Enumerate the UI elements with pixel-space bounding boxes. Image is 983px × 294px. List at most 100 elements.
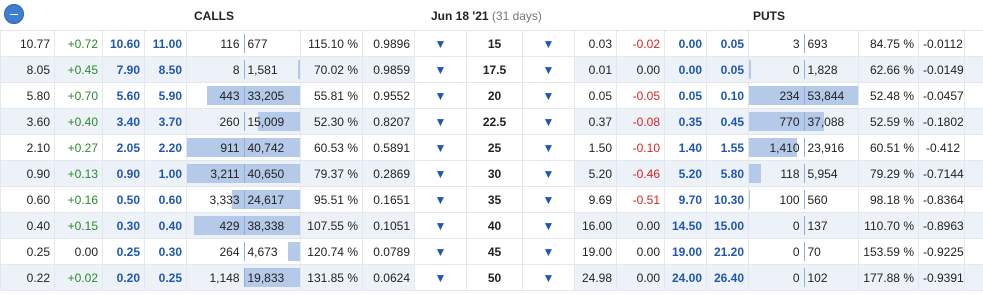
put-bid[interactable]: 0.35: [664, 108, 707, 135]
call-ask[interactable]: 3.70: [144, 108, 187, 135]
caret-down-icon[interactable]: ▼: [522, 56, 575, 83]
put-delta: -0.0112: [918, 30, 965, 57]
call-ask[interactable]: 0.40: [144, 212, 187, 239]
option-row[interactable]: 0.60 +0.16 0.50 0.60 3,333 24,617 95.51 % 0.165…: [0, 186, 983, 213]
put-last: 0.03: [574, 30, 617, 57]
put-ask[interactable]: 0.05: [706, 56, 749, 83]
put-change: -0.08: [616, 108, 665, 135]
put-delta: -0.8963: [918, 212, 965, 239]
put-ask[interactable]: 0.05: [706, 30, 749, 57]
call-bid[interactable]: 3.40: [102, 108, 145, 135]
call-ask[interactable]: 5.90: [144, 82, 187, 109]
caret-down-icon[interactable]: ▼: [522, 108, 575, 135]
caret-down-icon[interactable]: ▼: [414, 212, 467, 239]
oi-divider: [243, 268, 245, 287]
call-last: 10.77: [0, 30, 55, 57]
caret-down-icon[interactable]: ▼: [522, 30, 575, 57]
call-ask[interactable]: 11.00: [144, 30, 187, 57]
expiry-days: (31 days): [491, 9, 542, 23]
option-row[interactable]: 0.90 +0.13 0.90 1.00 3,211 40,650 79.37 % 0.286…: [0, 160, 983, 187]
call-delta: 0.1651: [362, 186, 415, 213]
call-delta: 0.2869: [362, 160, 415, 187]
put-bid[interactable]: 19.00: [664, 238, 707, 265]
call-volume: 264: [219, 245, 240, 259]
put-ask[interactable]: 5.80: [706, 160, 749, 187]
caret-down-icon[interactable]: ▼: [522, 82, 575, 109]
put-iv: 52.48 %: [858, 82, 919, 109]
option-row[interactable]: 0.25 0.00 0.25 0.30 264 4,673 120.74 % 0.0789 ▼ 4…: [0, 238, 983, 265]
call-ask[interactable]: 2.20: [144, 134, 187, 161]
call-bid[interactable]: 7.90: [102, 56, 145, 83]
caret-down-icon[interactable]: ▼: [414, 238, 467, 265]
option-row[interactable]: 10.77 +0.72 10.60 11.00 116 677 115.10 % 0.9896…: [0, 30, 983, 57]
put-bid[interactable]: 14.50: [664, 212, 707, 239]
call-volume-oi: 3,333 24,617: [186, 186, 301, 213]
put-ask[interactable]: 15.00: [706, 212, 749, 239]
put-bid[interactable]: 0.05: [664, 82, 707, 109]
call-bid[interactable]: 0.20: [102, 264, 145, 291]
collapse-minus-icon[interactable]: [4, 4, 24, 24]
option-row[interactable]: 3.60 +0.40 3.40 3.70 260 15,009 52.30 % 0.8207 ▼…: [0, 108, 983, 135]
call-last: 0.22: [0, 264, 55, 291]
call-last: 5.80: [0, 82, 55, 109]
call-bid[interactable]: 0.30: [102, 212, 145, 239]
put-ask[interactable]: 0.10: [706, 82, 749, 109]
put-bid[interactable]: 5.20: [664, 160, 707, 187]
call-last: 0.60: [0, 186, 55, 213]
put-bid[interactable]: 24.00: [664, 264, 707, 291]
option-row[interactable]: 2.10 +0.27 2.05 2.20 911 40,742 60.53 % 0.5891 ▼…: [0, 134, 983, 161]
caret-down-icon[interactable]: ▼: [414, 30, 467, 57]
put-open-interest: 137: [807, 219, 828, 233]
call-bid[interactable]: 0.25: [102, 238, 145, 265]
put-open-interest: 70: [807, 245, 821, 259]
call-ask[interactable]: 8.50: [144, 56, 187, 83]
option-row[interactable]: 0.40 +0.15 0.30 0.40 429 38,338 107.55 % 0.1051…: [0, 212, 983, 239]
put-ask[interactable]: 10.30: [706, 186, 749, 213]
caret-down-icon[interactable]: ▼: [522, 238, 575, 265]
row-spacer: [964, 160, 983, 187]
caret-down-icon[interactable]: ▼: [522, 212, 575, 239]
call-bid[interactable]: 2.05: [102, 134, 145, 161]
put-ask[interactable]: 1.55: [706, 134, 749, 161]
call-ask[interactable]: 1.00: [144, 160, 187, 187]
call-ask[interactable]: 0.25: [144, 264, 187, 291]
caret-down-icon[interactable]: ▼: [414, 108, 467, 135]
caret-down-icon[interactable]: ▼: [414, 186, 467, 213]
put-bid[interactable]: 1.40: [664, 134, 707, 161]
call-bid[interactable]: 0.50: [102, 186, 145, 213]
put-delta: -0.8364: [918, 186, 965, 213]
call-bid[interactable]: 5.60: [102, 82, 145, 109]
put-bid[interactable]: 0.00: [664, 30, 707, 57]
call-bid[interactable]: 10.60: [102, 30, 145, 57]
caret-down-icon[interactable]: ▼: [414, 264, 467, 291]
caret-down-icon[interactable]: ▼: [522, 134, 575, 161]
caret-down-icon[interactable]: ▼: [522, 186, 575, 213]
caret-down-icon[interactable]: ▼: [522, 160, 575, 187]
call-bid[interactable]: 0.90: [102, 160, 145, 187]
caret-down-icon[interactable]: ▼: [414, 160, 467, 187]
put-last: 24.98: [574, 264, 617, 291]
put-ask[interactable]: 21.20: [706, 238, 749, 265]
caret-down-icon[interactable]: ▼: [414, 134, 467, 161]
caret-down-icon[interactable]: ▼: [414, 82, 467, 109]
put-ask[interactable]: 0.45: [706, 108, 749, 135]
call-ask[interactable]: 0.30: [144, 238, 187, 265]
call-ask[interactable]: 0.60: [144, 186, 187, 213]
call-oi-bar: [287, 242, 300, 261]
put-volume-oi: 1,410 23,916: [748, 134, 859, 161]
put-bid[interactable]: 0.00: [664, 56, 707, 83]
option-row[interactable]: 8.05 +0.45 7.90 8.50 8 1,581 70.02 % 0.9859 ▼ 17.…: [0, 56, 983, 83]
strike: 25: [466, 134, 523, 161]
put-change: -0.46: [616, 160, 665, 187]
caret-down-icon[interactable]: ▼: [414, 56, 467, 83]
option-row[interactable]: 0.22 +0.02 0.20 0.25 1,148 19,833 131.85 % 0.06…: [0, 264, 983, 291]
call-oi-bar: [297, 60, 300, 79]
put-ask[interactable]: 26.40: [706, 264, 749, 291]
oi-divider: [803, 60, 805, 79]
put-bid[interactable]: 9.70: [664, 186, 707, 213]
put-volume-oi: 0 102: [748, 264, 859, 291]
option-row[interactable]: 5.80 +0.70 5.60 5.90 443 33,205 55.81 % 0.9552 ▼…: [0, 82, 983, 109]
expiry-header: Jun 18 '21 (31 days): [431, 9, 542, 23]
put-open-interest: 693: [807, 37, 828, 51]
caret-down-icon[interactable]: ▼: [522, 264, 575, 291]
